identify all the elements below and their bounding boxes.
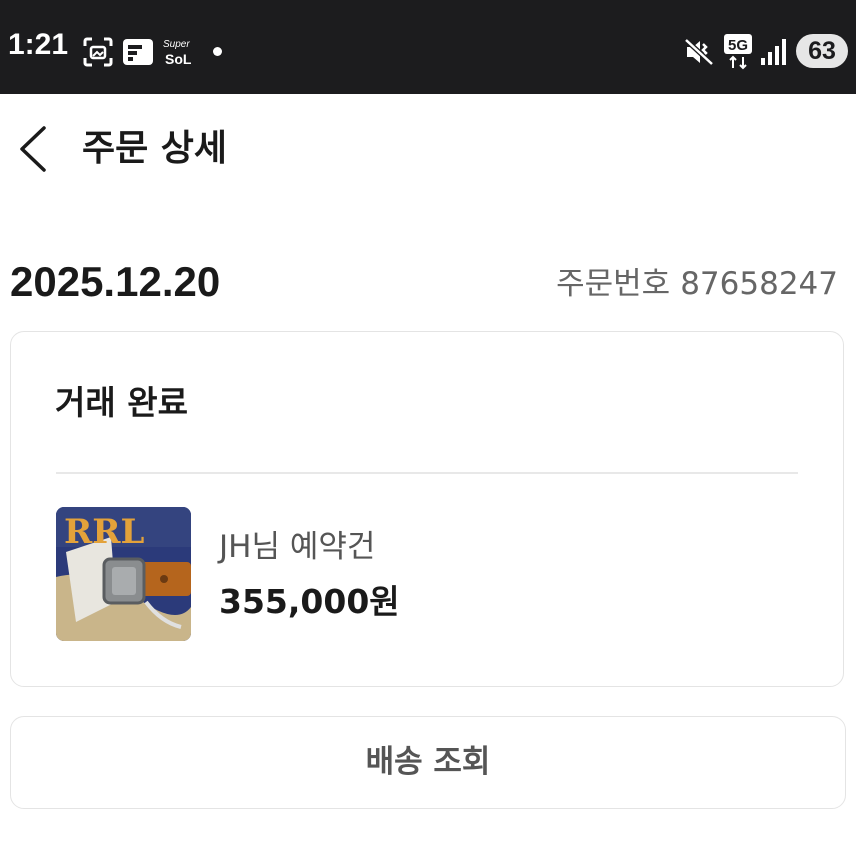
product-thumbnail[interactable]: RRL <box>56 507 191 641</box>
order-number-value: 87658247 <box>680 266 838 302</box>
signal-icon <box>761 39 786 65</box>
svg-text:5G: 5G <box>728 37 748 54</box>
item-price: 355,000원 <box>219 582 400 621</box>
order-number-label: 주문번호 <box>556 266 671 302</box>
order-number: 주문번호 87658247 <box>556 262 838 306</box>
status-bar: 1:21 Super SoL 5G 63 <box>0 0 856 94</box>
track-delivery-button[interactable]: 배송 조회 <box>10 716 846 809</box>
page-title: 주문 상세 <box>82 128 228 169</box>
supersol-app-icon: Super SoL <box>163 39 192 67</box>
item-name[interactable]: JH님 예약건 <box>219 526 375 568</box>
svg-text:RRL: RRL <box>64 512 145 552</box>
5g-data-icon: 5G <box>724 34 752 70</box>
screenshot-icon <box>83 37 113 67</box>
trade-status: 거래 완료 <box>55 383 188 422</box>
svg-text:SoL: SoL <box>165 51 192 67</box>
mute-vibrate-icon <box>684 38 714 66</box>
status-time: 1:21 <box>8 28 69 61</box>
chevron-left-icon[interactable] <box>14 126 54 172</box>
order-date: 2025.12.20 <box>10 258 221 305</box>
notification-dot <box>213 47 222 56</box>
divider <box>56 472 798 474</box>
svg-text:Super: Super <box>163 39 190 50</box>
battery-indicator: 63 <box>796 34 848 68</box>
flipboard-icon <box>123 39 153 65</box>
